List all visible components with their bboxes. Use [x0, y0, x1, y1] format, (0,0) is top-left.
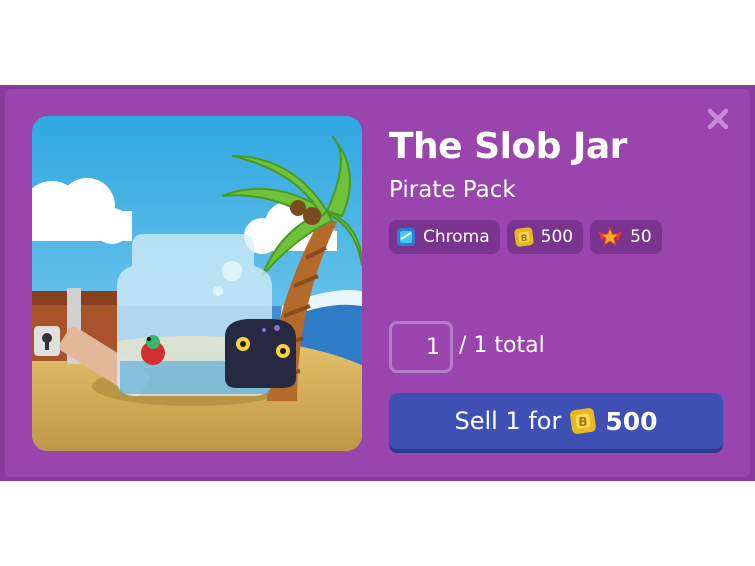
sell-button[interactable]: Sell 1 for B 500 — [389, 393, 723, 449]
svg-text:B: B — [579, 415, 588, 429]
badge-xp-label: 50 — [630, 227, 652, 247]
sell-button-label: Sell 1 for — [454, 407, 562, 435]
pack-name: Pirate Pack — [389, 177, 516, 203]
star-emblem-icon — [598, 227, 623, 247]
badge-value: B 500 — [506, 220, 584, 254]
badge-xp: 50 — [590, 220, 662, 254]
item-badges: Chroma B 500 50 — [389, 220, 662, 254]
chroma-gem-icon — [397, 228, 415, 246]
badge-value-label: 500 — [540, 227, 574, 247]
svg-text:B: B — [520, 234, 527, 244]
badge-rarity: Chroma — [389, 220, 500, 254]
quantity-input[interactable]: 1 — [389, 321, 453, 373]
sell-price: 500 — [605, 406, 658, 436]
quantity-total: / 1 total — [459, 333, 545, 358]
close-icon — [707, 108, 729, 130]
badge-rarity-label: Chroma — [423, 227, 490, 247]
item-artwork — [32, 116, 362, 451]
token-coin-icon: B — [513, 227, 534, 247]
token-coin-icon: B — [570, 408, 597, 434]
close-button[interactable] — [703, 104, 733, 134]
item-title: The Slob Jar — [389, 126, 627, 167]
